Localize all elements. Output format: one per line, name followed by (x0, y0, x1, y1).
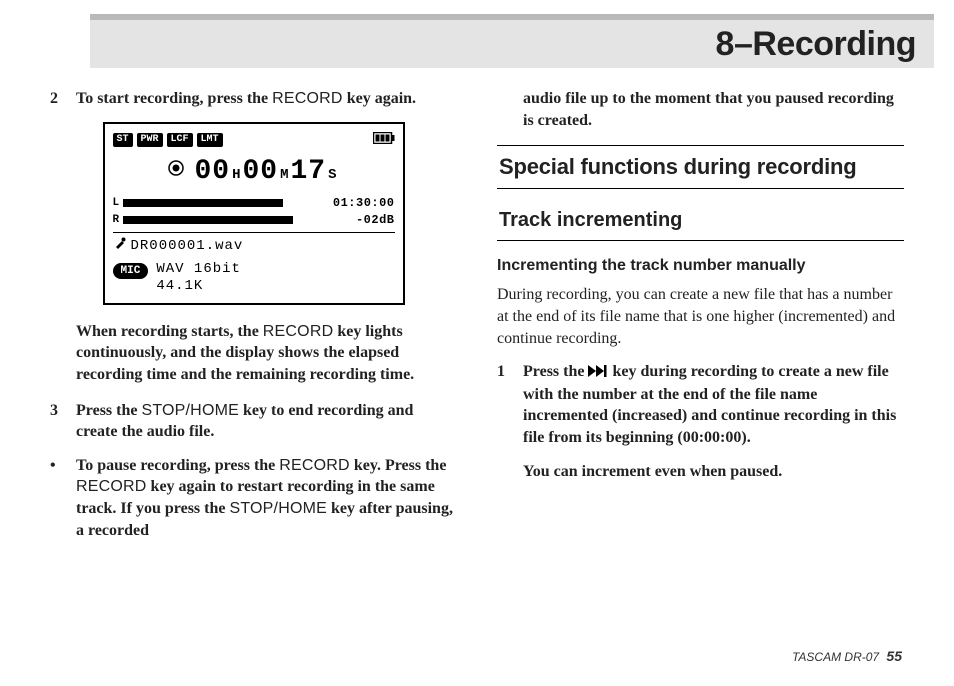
battery-icon (373, 130, 395, 152)
increment-step-1: 1 Press the key during recording to crea… (497, 361, 904, 448)
text-fragment: You can increment even when paused. (523, 463, 782, 480)
lcd-db-level: -02dB (356, 212, 395, 228)
bullet-mark: • (50, 455, 76, 541)
lcd-seconds: 17 (291, 153, 327, 191)
lcd-top-row: ST PWR LCF LMT (113, 130, 395, 152)
skip-forward-icon (588, 362, 608, 384)
lcd-input-badge: MIC (113, 263, 149, 279)
left-column: 2 To start recording, press the RECORD k… (50, 88, 457, 553)
lcd-tag-lcf: LCF (167, 133, 193, 147)
lcd-tag-lmt: LMT (197, 133, 223, 147)
bullet-text: To pause recording, press the RECORD key… (76, 455, 457, 541)
lcd-format-line1: WAV 16bit (156, 261, 241, 277)
lcd-filename: DR000001.wav (131, 237, 244, 256)
lcd-divider (113, 232, 395, 233)
meter-l-bar (123, 199, 283, 207)
lcd-format-row: MIC WAV 16bit 44.1K (113, 261, 395, 295)
text-fragment: To pause recording, press the (76, 457, 279, 474)
lcd-seconds-unit: S (328, 166, 336, 185)
record-key-label: RECORD (279, 457, 350, 474)
microphone-icon (113, 236, 127, 257)
page-footer: TASCAM DR-07 55 (792, 648, 902, 664)
chapter-title: 8–Recording (716, 25, 916, 64)
lcd-format-line2: 44.1K (156, 278, 203, 294)
record-indicator-icon (168, 160, 184, 184)
step-2-text: To start recording, press the RECORD key… (76, 88, 457, 110)
record-key-label: RECORD (76, 478, 147, 495)
increment-description: During recording, you can create a new f… (497, 284, 904, 349)
step-number: 1 (497, 361, 523, 448)
lcd-remaining-time: 01:30:00 (333, 195, 395, 211)
text-fragment: audio file up to the moment that you pau… (523, 90, 894, 129)
record-key-label: RECORD (263, 323, 334, 340)
record-key-label: RECORD (272, 90, 343, 107)
chapter-header: 8–Recording (90, 14, 934, 68)
meter-r-label: R (113, 213, 123, 228)
text-fragment: To start recording, press the (76, 90, 272, 107)
two-column-layout: 2 To start recording, press the RECORD k… (50, 88, 904, 553)
lcd-panel: ST PWR LCF LMT 00 H 00 (103, 122, 405, 305)
footer-model: TASCAM DR-07 (792, 650, 879, 664)
step-2: 2 To start recording, press the RECORD k… (50, 88, 457, 110)
increment-step-1-text: Press the key during recording to create… (523, 361, 904, 448)
subsection-heading-track-incrementing: Track incrementing (497, 207, 904, 241)
lcd-tag-pwr: PWR (137, 133, 163, 147)
text-fragment: Press the (523, 363, 588, 380)
lcd-format: WAV 16bit 44.1K (156, 261, 241, 295)
continuation-text: audio file up to the moment that you pau… (497, 88, 904, 131)
lcd-minutes: 00 (242, 153, 278, 191)
after-lcd-note: When recording starts, the RECORD key li… (50, 321, 457, 386)
stop-home-key-label: STOP/HOME (229, 500, 327, 517)
sub-subsection-heading-manual-increment: Incrementing the track number manually (497, 255, 904, 277)
lcd-meter-left: L 01:30:00 (113, 195, 395, 211)
step-number: 3 (50, 400, 76, 443)
lcd-hours-unit: H (232, 166, 240, 185)
step-3: 3 Press the STOP/HOME key to end recordi… (50, 400, 457, 443)
lcd-minutes-unit: M (280, 166, 288, 185)
bullet-pause: • To pause recording, press the RECORD k… (50, 455, 457, 541)
stop-home-key-label: STOP/HOME (141, 402, 239, 419)
text-fragment: key again. (343, 90, 416, 107)
meter-l-label: L (113, 196, 123, 211)
text-fragment: When recording starts, the (76, 323, 263, 340)
text-fragment: Press the (76, 402, 141, 419)
lcd-screenshot: ST PWR LCF LMT 00 H 00 (50, 122, 457, 305)
header-body: 8–Recording (90, 20, 934, 68)
right-column: audio file up to the moment that you pau… (497, 88, 904, 553)
increment-note: You can increment even when paused. (497, 461, 904, 483)
footer-page-number: 55 (886, 648, 902, 664)
section-heading-special-functions: Special functions during recording (497, 145, 904, 189)
lcd-filename-row: DR000001.wav (113, 236, 395, 257)
meter-r-bar (123, 216, 293, 224)
lcd-elapsed-time: 00 H 00 M 17 S (113, 153, 395, 191)
step-3-text: Press the STOP/HOME key to end recording… (76, 400, 457, 443)
lcd-tag-st: ST (113, 133, 133, 147)
lcd-meter-right: R -02dB (113, 212, 395, 228)
step-number: 2 (50, 88, 76, 110)
text-fragment: key. Press the (350, 457, 447, 474)
manual-page: 8–Recording 2 To start recording, press … (0, 0, 954, 686)
lcd-hours: 00 (194, 153, 230, 191)
